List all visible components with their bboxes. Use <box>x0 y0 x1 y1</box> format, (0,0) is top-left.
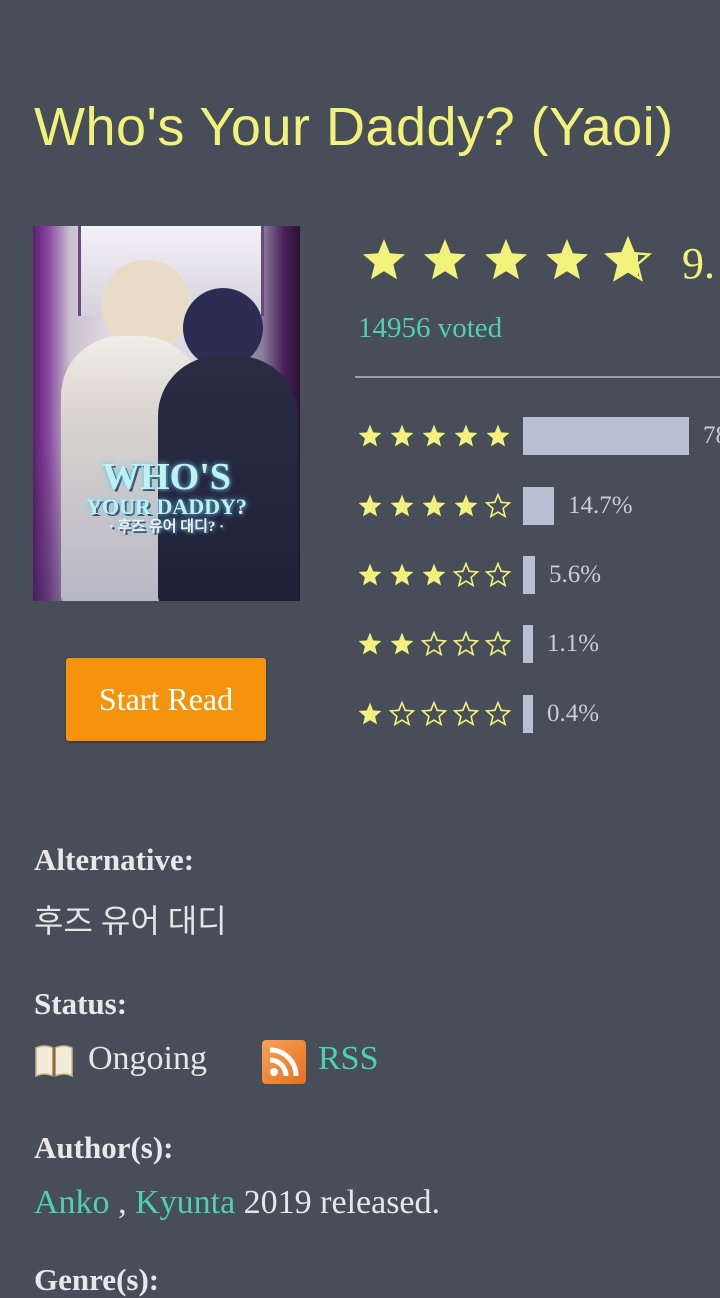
status-label: Status: <box>34 986 128 1021</box>
rating-bar <box>523 695 533 733</box>
rating-bar <box>523 556 535 594</box>
star-icon <box>390 563 414 586</box>
cover-image[interactable]: WHO'S YOUR DADDY? · 후즈 유어 대디? · <box>33 226 300 601</box>
page-title: Who's Your Daddy? (Yaoi) <box>34 97 674 157</box>
star-icon <box>421 631 447 657</box>
rating-row-stars <box>357 701 512 727</box>
star-icon <box>485 493 511 519</box>
rating-row-1-star: 0.4% <box>357 694 599 734</box>
star-icon <box>485 631 511 657</box>
rating-row-4-star: 14.7% <box>357 486 633 526</box>
rss-link[interactable]: RSS <box>318 1040 379 1078</box>
rating-bar <box>523 417 689 455</box>
vote-count: 14956 voted <box>358 312 503 344</box>
rating-row-stars <box>357 423 512 449</box>
star-icon <box>486 424 510 447</box>
rating-percent: 0.4% <box>547 700 600 727</box>
rating-row-stars <box>357 631 512 657</box>
alternative-label: Alternative: <box>34 842 195 877</box>
star-icon <box>421 701 447 727</box>
author-link-kyunta[interactable]: Kyunta <box>135 1184 235 1221</box>
star-icon <box>390 424 414 447</box>
rating-percent: 78 <box>703 422 720 449</box>
rating-row-stars <box>357 562 512 588</box>
star-icon <box>358 702 382 725</box>
star-icon <box>422 424 446 447</box>
star-icon <box>424 239 466 280</box>
star-icon <box>485 701 511 727</box>
star-icon <box>390 494 414 517</box>
star-icon <box>546 239 588 280</box>
star-icon <box>358 494 382 517</box>
star-icon <box>453 631 479 657</box>
star-icon <box>389 701 415 727</box>
rating-bar <box>523 625 533 663</box>
author-separator: , <box>109 1184 136 1221</box>
star-icon <box>358 563 382 586</box>
star-icon <box>454 494 478 517</box>
rating-percent: 1.1% <box>547 630 600 657</box>
rating-divider <box>355 376 720 378</box>
rating-percent: 14.7% <box>568 492 633 519</box>
author-link-anko[interactable]: Anko <box>34 1184 110 1221</box>
authors-line: Anko , Kyunta 2019 released. <box>34 1184 440 1222</box>
star-icon <box>422 494 446 517</box>
cover-logo-line2: YOUR DADDY? <box>86 494 247 519</box>
star-icon <box>454 424 478 447</box>
rating-percent: 5.6% <box>549 561 602 588</box>
star-icon <box>390 632 414 655</box>
star-icon <box>358 632 382 655</box>
cover-logo: WHO'S YOUR DADDY? · 후즈 유어 대디? · <box>33 458 300 535</box>
start-read-button[interactable]: Start Read <box>66 658 266 741</box>
star-icon <box>485 562 511 588</box>
rating-bar <box>523 487 554 525</box>
rating-row-2-star: 1.1% <box>357 624 599 664</box>
star-icon <box>363 239 405 280</box>
star-icon <box>453 562 479 588</box>
star-icon <box>422 563 446 586</box>
rating-row-3-star: 5.6% <box>357 555 601 595</box>
rss-icon[interactable] <box>262 1040 306 1084</box>
overall-rating-stars[interactable] <box>360 236 652 284</box>
rating-row-stars <box>357 493 512 519</box>
cover-logo-line1: WHO'S <box>102 456 231 498</box>
genres-label: Genre(s): <box>34 1262 160 1297</box>
star-icon <box>453 701 479 727</box>
rating-score: 9. <box>682 239 715 288</box>
star-icon <box>604 236 652 282</box>
authors-label: Author(s): <box>34 1130 174 1165</box>
alternative-value: 후즈 유어 대디 <box>34 903 227 939</box>
cover-logo-line3: · 후즈 유어 대디? · <box>108 519 225 535</box>
star-icon <box>485 239 527 280</box>
rating-row-5-star: 78 <box>357 416 720 456</box>
status-value: Ongoing <box>88 1040 207 1077</box>
star-icon <box>358 424 382 447</box>
release-year: 2019 released. <box>235 1184 441 1221</box>
book-icon <box>35 1045 73 1078</box>
